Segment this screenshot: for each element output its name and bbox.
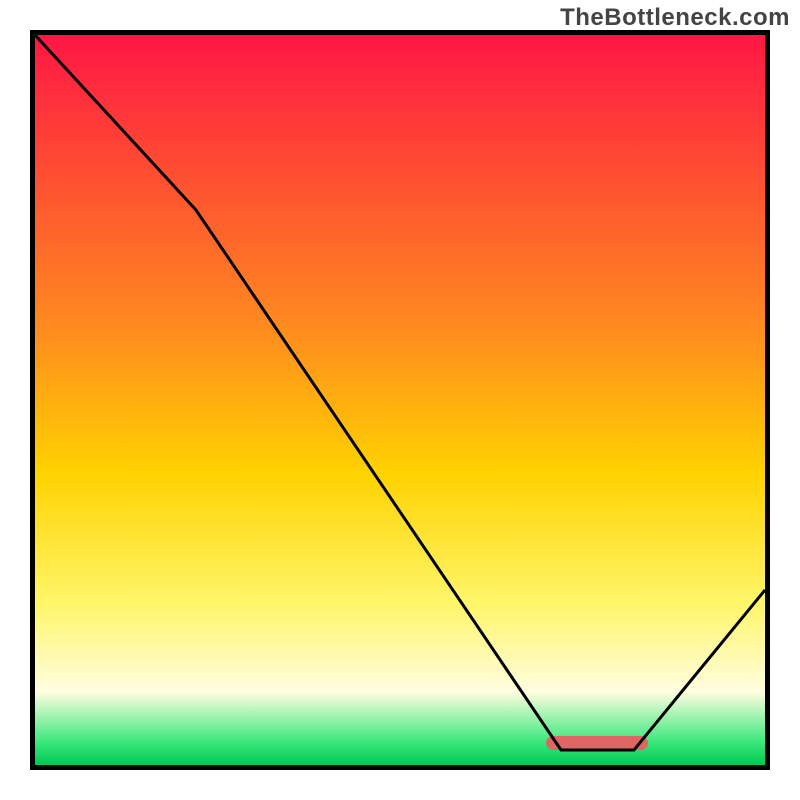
plot-area bbox=[30, 30, 770, 770]
watermark-text: TheBottleneck.com bbox=[560, 4, 790, 32]
chart-svg bbox=[35, 35, 765, 765]
gradient-background bbox=[35, 35, 765, 765]
chart-frame: TheBottleneck.com bbox=[0, 0, 800, 800]
